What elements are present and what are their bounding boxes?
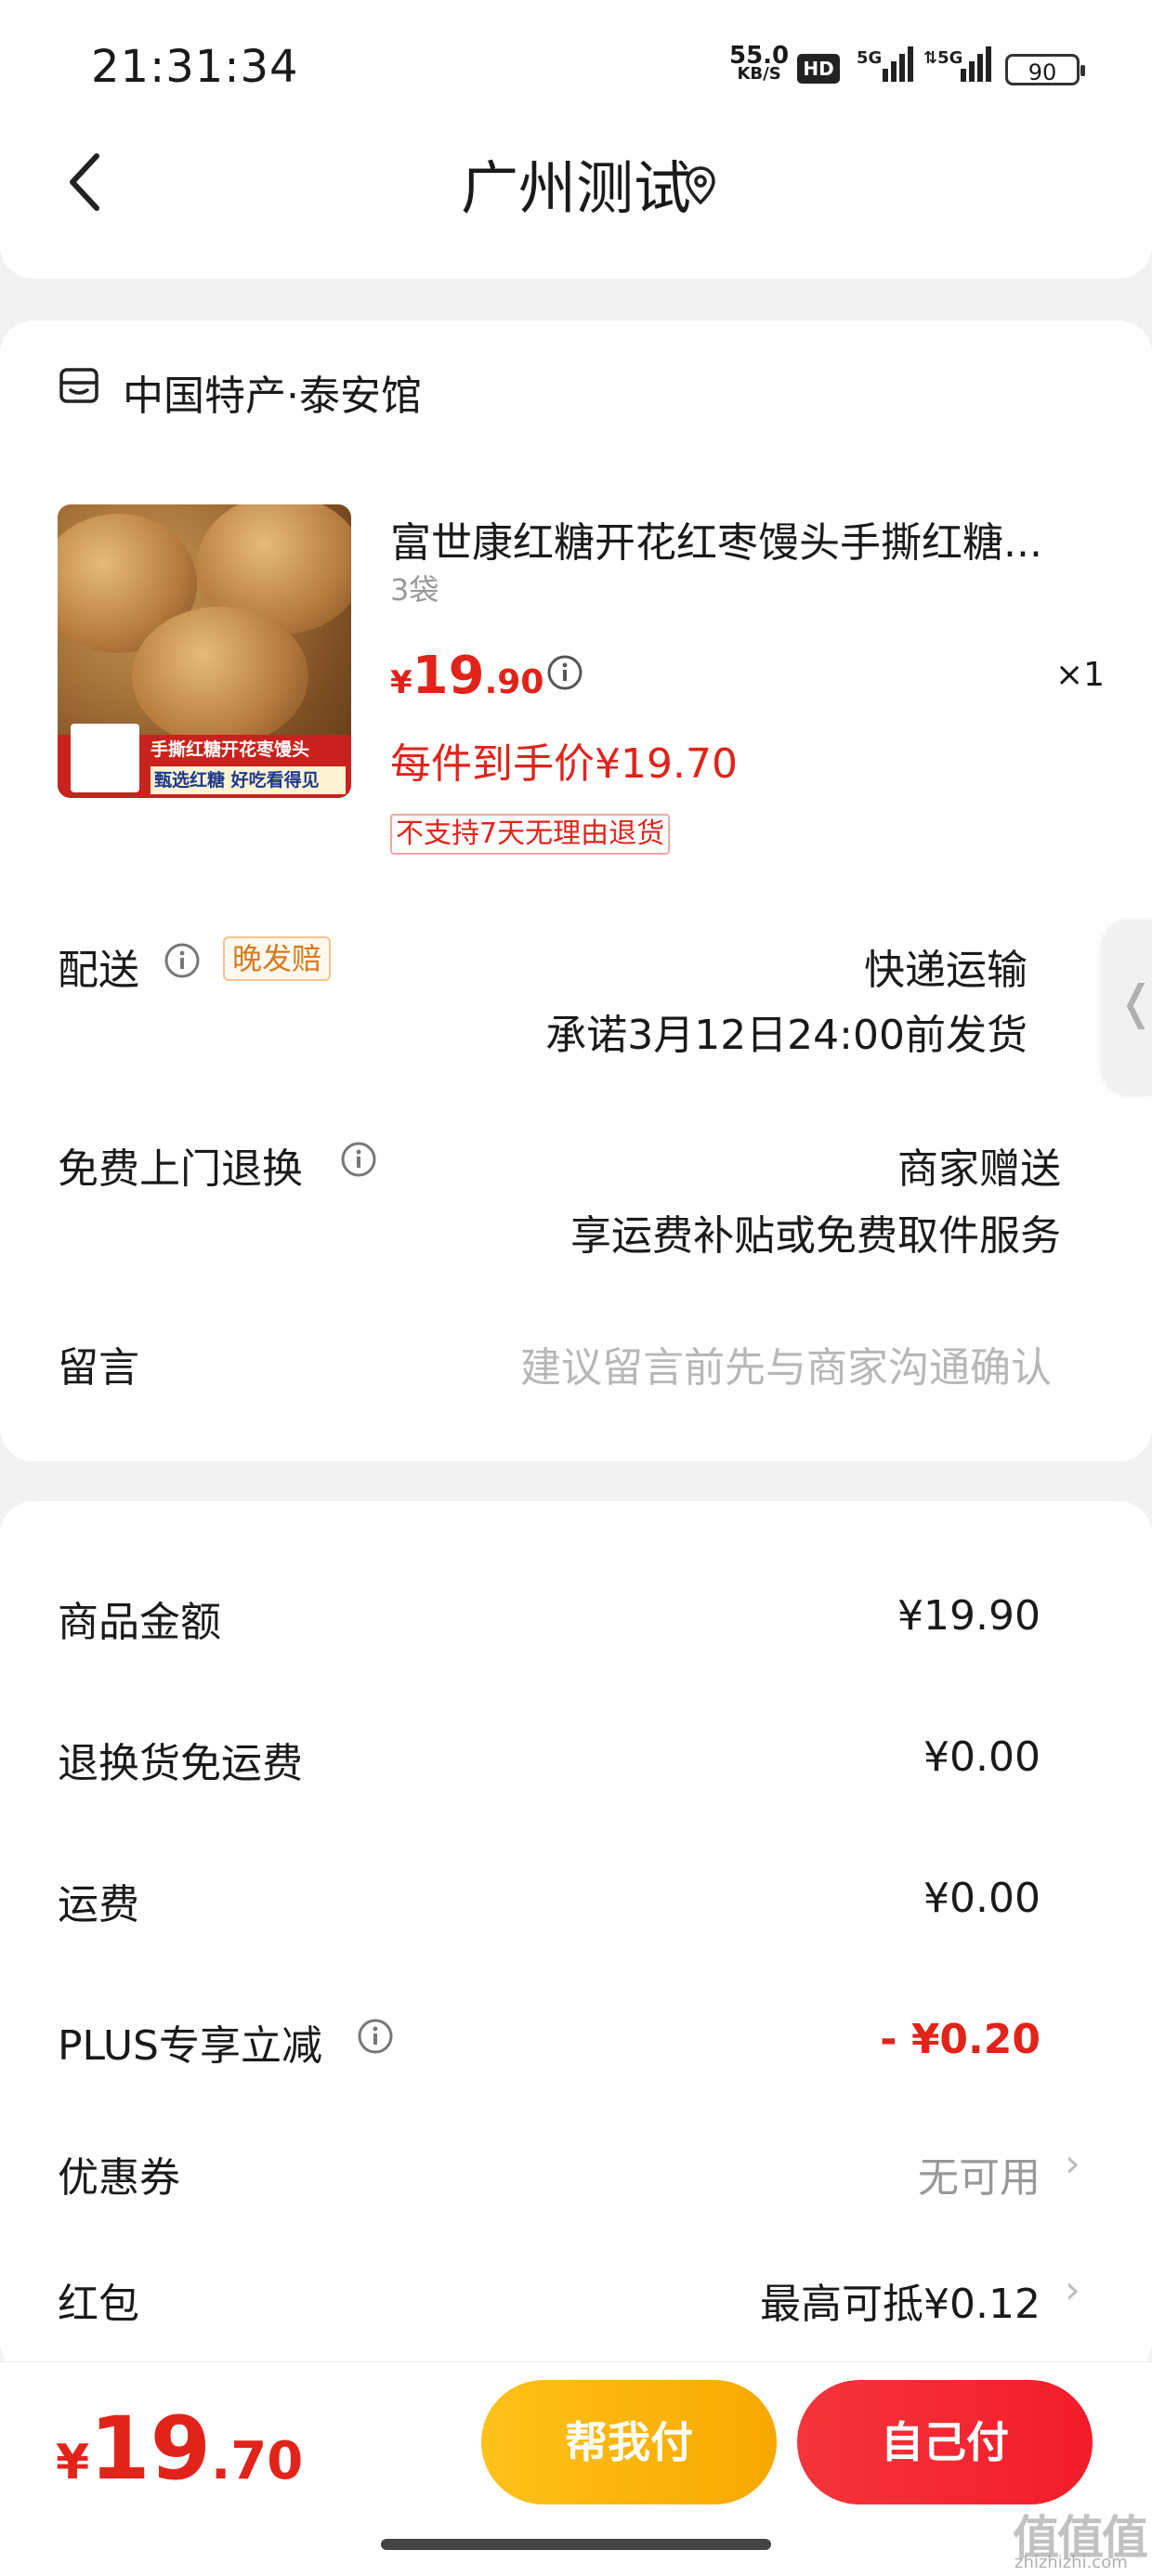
hd-icon: HD (797, 54, 840, 84)
goods-amount-value: ¥19.90 (897, 1592, 1041, 1640)
page-title-text: 广州测试 (460, 154, 691, 222)
home-indicator[interactable] (381, 2539, 771, 2550)
battery-icon: 90 (1005, 54, 1085, 85)
red-packet-chevron-right-icon[interactable]: › (1065, 2267, 1080, 2312)
image-banner-top: 手撕红糖开花枣馒头 (151, 739, 310, 760)
product-image[interactable]: 手撕红糖开花枣馒头 甄选红糖 好吃看得见 (58, 504, 351, 798)
plus-info-icon[interactable] (357, 2018, 394, 2055)
total-currency: ¥ (56, 2435, 90, 2491)
total-decimal: .70 (211, 2431, 304, 2491)
side-handle[interactable]: ❬ (1102, 920, 1152, 1096)
each-price: 每件到手价¥19.70 (390, 740, 738, 788)
total-price: ¥19.70 (56, 2399, 303, 2500)
signal-5g-2-icon: ⇅5G (923, 46, 991, 82)
goods-amount-label: 商品金额 (58, 1599, 221, 1646)
svg-text:5G: 5G (857, 48, 882, 68)
return-info-icon[interactable] (340, 1141, 377, 1178)
delivery-method[interactable]: 快递运输 (864, 936, 1028, 996)
brand-logo (71, 724, 139, 792)
signal-5g-icon: 5G (857, 46, 913, 82)
plus-discount-value: - ¥0.20 (880, 2016, 1041, 2063)
network-speed: 55.0 KB/S (729, 42, 790, 84)
price-integer: 19 (412, 646, 485, 706)
side-handle-chevron-icon: ❬ (1117, 975, 1152, 1029)
store-icon (59, 368, 98, 403)
message-input[interactable]: 建议留言前先与商家沟通确认 (520, 1334, 1052, 1393)
return-shipping-value: ¥0.00 (923, 1733, 1041, 1781)
image-banner-bottom: 甄选红糖 好吃看得见 (151, 766, 346, 794)
total-integer: 19 (89, 2399, 211, 2500)
red-packet-value[interactable]: 最高可抵¥0.12 (760, 2270, 1041, 2330)
store-name[interactable]: 中国特产·泰安馆 (123, 362, 422, 422)
no-return-tag: 不支持7天无理由退货 (390, 814, 671, 855)
info-icon[interactable] (546, 654, 583, 691)
coupon-value[interactable]: 无可用 (918, 2144, 1041, 2203)
svg-text:⇅5G: ⇅5G (923, 48, 962, 68)
page-title[interactable]: 广州测试 (0, 141, 1152, 225)
price-decimal: .90 (484, 663, 544, 701)
shipping-fee-value: ¥0.00 (923, 1875, 1041, 1922)
red-packet-label: 红包 (58, 2281, 139, 2328)
message-label: 留言 (58, 1344, 139, 1392)
delivery-info-icon[interactable] (164, 942, 201, 979)
order-card (0, 320, 1152, 1461)
help-pay-button[interactable]: 帮我付 (481, 2380, 777, 2504)
delivery-label: 配送 (58, 947, 139, 994)
return-service-value: 商家赠送 (897, 1145, 1061, 1193)
product-title[interactable]: 富世康红糖开花红枣馒头手撕红糖... (390, 509, 1059, 569)
coupon-chevron-right-icon[interactable]: › (1065, 2140, 1080, 2186)
late-compensation-badge: 晚发赔 (223, 936, 332, 981)
return-service-label: 免费上门退换 (58, 1145, 303, 1193)
return-service-desc: 享运费补贴或免费取件服务 (570, 1212, 1061, 1260)
watermark-site: zhizhizhi.com (1015, 2553, 1128, 2572)
product-price: ¥19.90 (390, 646, 543, 706)
network-speed-unit: KB/S (737, 64, 781, 84)
location-pin-icon[interactable] (684, 165, 717, 206)
delivery-promise: 承诺3月12日24:00前发货 (545, 1012, 1028, 1059)
network-speed-value: 55.0 (729, 42, 790, 70)
coupon-label: 优惠券 (58, 2154, 180, 2202)
product-quantity: ×1 (1055, 656, 1106, 694)
return-shipping-label: 退换货免运费 (58, 1740, 303, 1787)
shipping-fee-label: 运费 (58, 1881, 139, 1929)
status-time: 21:31:34 (91, 41, 299, 93)
self-pay-button[interactable]: 自己付 (797, 2380, 1093, 2504)
plus-discount-label: PLUS专享立减 (58, 2022, 322, 2070)
price-currency: ¥ (390, 664, 412, 701)
product-spec: 3袋 (390, 572, 439, 608)
